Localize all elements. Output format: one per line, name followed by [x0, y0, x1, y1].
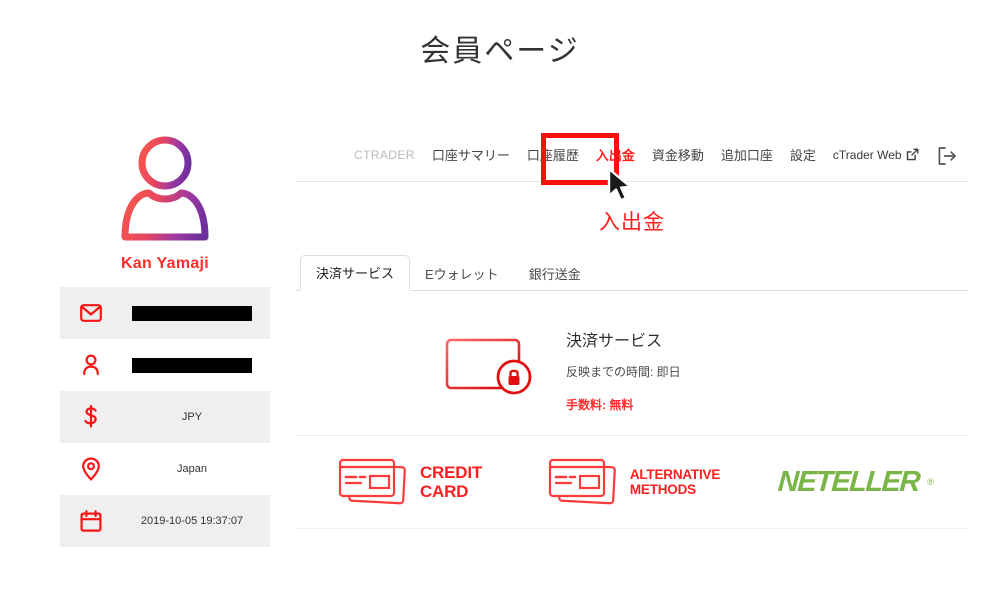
- logo-line-2: METHODS: [629, 482, 696, 497]
- logo-cell-credit-card[interactable]: CREDIT CARD: [296, 435, 520, 529]
- nav-item-ctrader[interactable]: CTRADER: [354, 148, 415, 164]
- featured-service-title: 決済サービス: [566, 333, 663, 350]
- credit-card-stack-icon: [548, 458, 616, 505]
- featured-service-fee: 手数料: 無料: [566, 398, 634, 412]
- logo-line-1: ALTERNATIVE: [629, 467, 721, 482]
- registered-trademark-icon: ®: [927, 477, 934, 487]
- payment-method-tabs: 決済サービス Eウォレット 銀行送金: [296, 255, 968, 291]
- page-title: 会員ページ: [420, 35, 580, 68]
- tab-bank-transfer[interactable]: 銀行送金: [514, 257, 596, 291]
- profile-name: Kan Yamaji: [120, 255, 210, 272]
- featured-service-time: 反映までの時間: 即日: [566, 365, 681, 379]
- mail-icon: [60, 304, 122, 322]
- profile-info-table: JPY Japan 2019-10-05 19:37:07: [60, 287, 270, 547]
- tab-ewallet[interactable]: Eウォレット: [410, 257, 514, 291]
- main-panel: CTRADER 口座サマリー 口座履歴 入出金 資金移動 追加口座 設定 cTr…: [296, 130, 968, 529]
- nav-item-fund-transfer[interactable]: 資金移動: [652, 145, 704, 166]
- dollar-icon: [60, 405, 122, 429]
- profile-row-country: Japan: [60, 443, 270, 495]
- profile-sidebar: Kan Yamaji JPY Japan 2019-10-05 19:37:07: [60, 125, 270, 547]
- profile-value-datetime: 2019-10-05 19:37:07: [140, 515, 244, 527]
- logo-cell-alternative-methods[interactable]: ALTERNATIVE METHODS: [520, 435, 744, 529]
- profile-row-currency: JPY: [60, 391, 270, 443]
- payment-logo-grid: CREDIT CARD ALTERNATIVE METHODS NETELLER…: [296, 435, 968, 529]
- logout-button[interactable]: [936, 146, 958, 166]
- profile-row-datetime: 2019-10-05 19:37:07: [60, 495, 270, 547]
- profile-value-email: [122, 305, 270, 321]
- person-icon: [60, 354, 122, 376]
- logout-icon: [938, 146, 956, 165]
- featured-service[interactable]: 決済サービス 反映までの時間: 即日 手数料: 無料: [296, 327, 968, 413]
- profile-row-name: [60, 339, 270, 391]
- nav-item-deposit-withdraw[interactable]: 入出金: [596, 145, 635, 166]
- logo-line-2: CARD: [419, 482, 469, 501]
- nav-item-ctrader-web[interactable]: cTrader Web: [833, 148, 919, 164]
- featured-service-text: 決済サービス 反映までの時間: 即日 手数料: 無料: [540, 327, 681, 413]
- logo-label-credit-card: CREDIT CARD: [420, 463, 482, 501]
- logo-label-alternative-methods: ALTERNATIVE METHODS: [630, 467, 720, 497]
- profile-value-name: [122, 357, 270, 373]
- profile-value-country: Japan: [177, 463, 207, 475]
- credit-card-stack-icon: [338, 458, 406, 505]
- account-nav: CTRADER 口座サマリー 口座履歴 入出金 資金移動 追加口座 設定 cTr…: [296, 130, 968, 182]
- calendar-icon: [60, 510, 122, 532]
- nav-item-additional-account[interactable]: 追加口座: [721, 145, 773, 166]
- location-icon: [60, 457, 122, 481]
- logo-cell-neteller[interactable]: NETELLER ®: [744, 435, 968, 529]
- profile-row-email: [60, 287, 270, 339]
- credit-card-lock-icon: [444, 327, 540, 402]
- redacted-bar: [132, 357, 252, 373]
- nav-ctrader-web-label: cTrader Web: [832, 147, 902, 162]
- redacted-bar: [132, 305, 252, 321]
- external-link-icon: [906, 148, 919, 161]
- nav-item-settings[interactable]: 設定: [790, 145, 816, 166]
- nav-item-account-summary[interactable]: 口座サマリー: [432, 145, 510, 166]
- nav-item-account-history[interactable]: 口座履歴: [527, 145, 579, 166]
- logo-line-1: CREDIT: [419, 463, 483, 482]
- neteller-wordmark: NETELLER: [777, 465, 921, 498]
- profile-value-currency: JPY: [181, 411, 203, 423]
- user-avatar-icon: [121, 136, 209, 241]
- tab-payment-service[interactable]: 決済サービス: [300, 255, 411, 291]
- section-heading: 入出金: [599, 211, 665, 234]
